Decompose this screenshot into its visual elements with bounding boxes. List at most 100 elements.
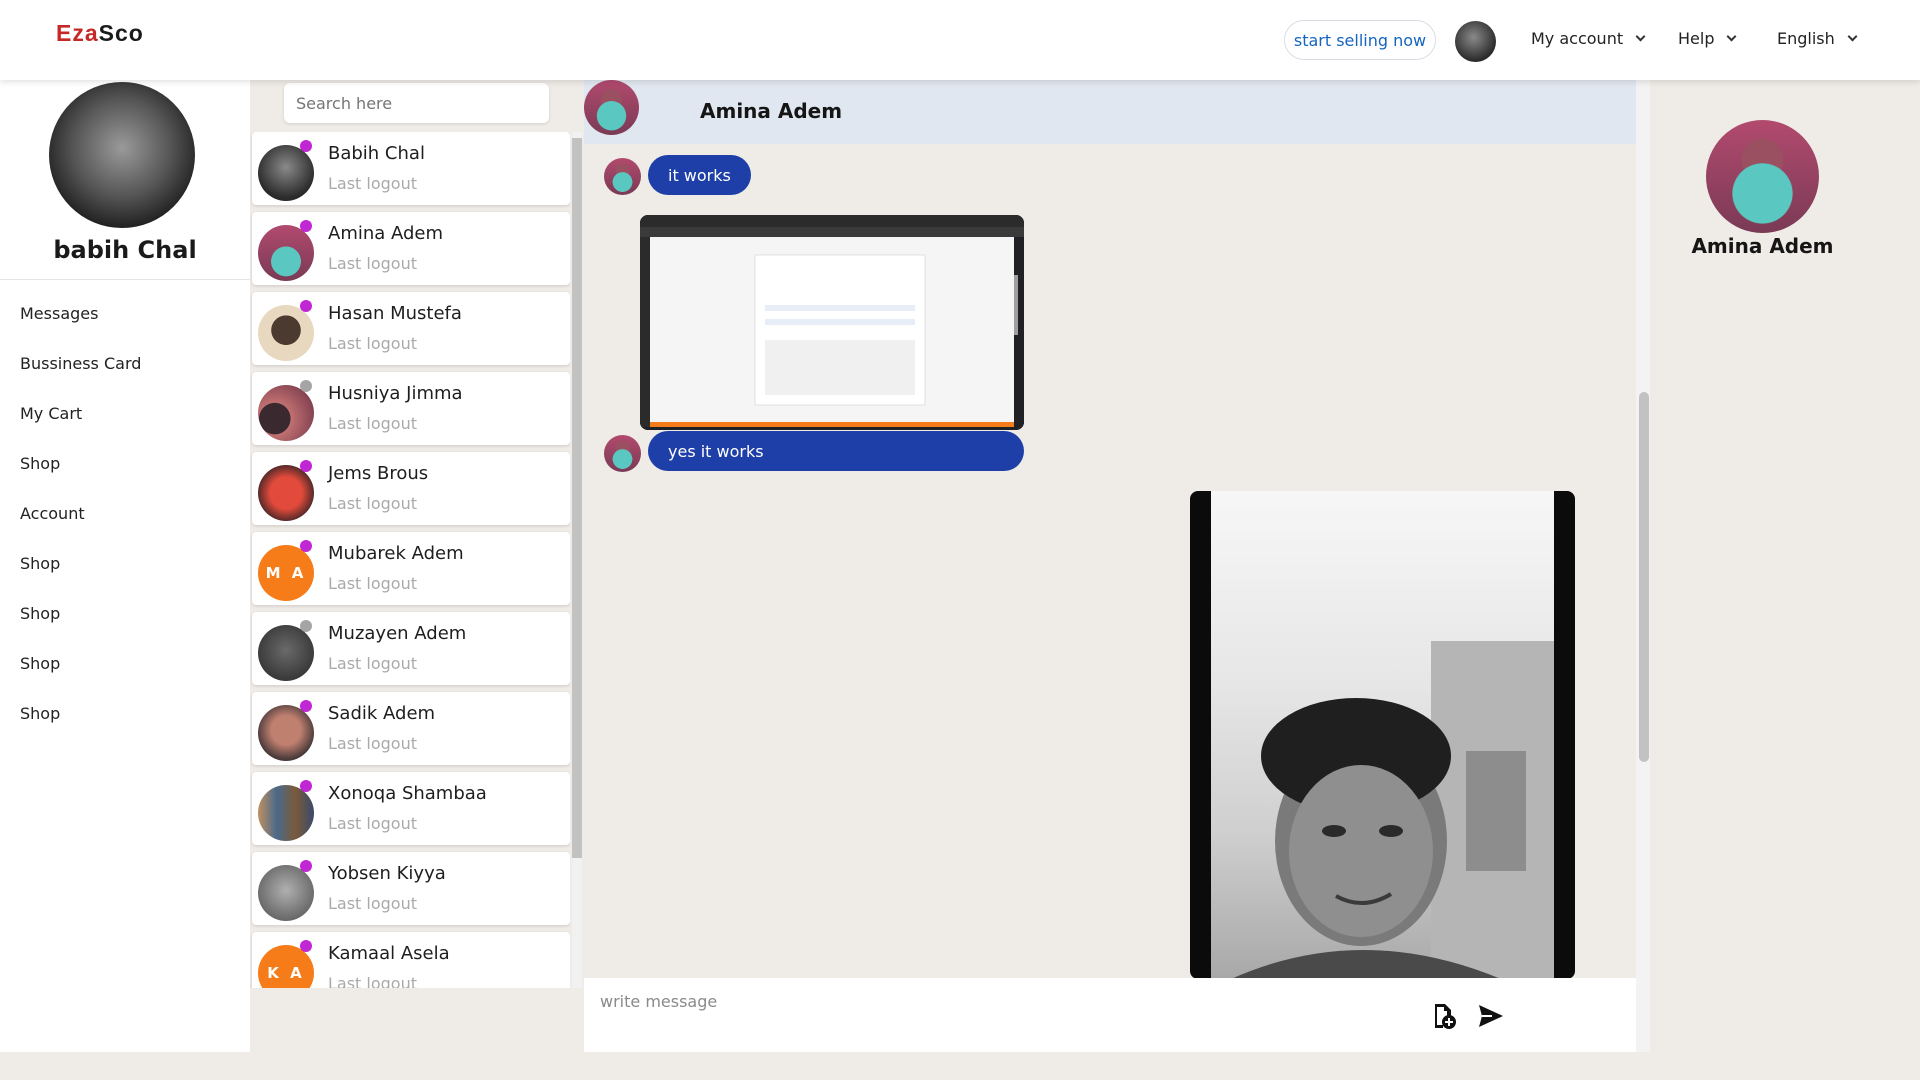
my-account-label: My account bbox=[1531, 29, 1624, 48]
contact-avatar bbox=[258, 145, 314, 201]
user-avatar[interactable] bbox=[1455, 21, 1496, 62]
chat-panel: Amina Adem it works yes it works bbox=[584, 80, 1650, 1052]
status-dot bbox=[300, 380, 312, 392]
profile-avatar bbox=[49, 82, 195, 228]
status-dot bbox=[300, 620, 312, 632]
contact-item[interactable]: Xonoqa Shambaa Last logout bbox=[252, 772, 570, 845]
contacts-panel: Babih Chal Last logout Amina Adem Last logo… bbox=[250, 80, 585, 988]
status-dot bbox=[300, 220, 312, 232]
divider bbox=[0, 279, 250, 280]
contact-status: Last logout bbox=[328, 254, 418, 273]
logo-text-part2: Sco bbox=[98, 20, 144, 46]
contact-status: Last logout bbox=[328, 574, 418, 593]
contact-info-name: Amina Adem bbox=[1691, 234, 1834, 258]
sidebar-item-shop[interactable]: Shop bbox=[20, 688, 141, 738]
contact-avatar bbox=[258, 465, 314, 521]
status-dot bbox=[300, 700, 312, 712]
contact-list-scroll-thumb[interactable] bbox=[572, 138, 582, 858]
status-dot bbox=[300, 300, 312, 312]
help-label: Help bbox=[1678, 29, 1715, 48]
screenshot-thumbnail bbox=[640, 215, 1024, 430]
contact-status: Last logout bbox=[328, 494, 418, 513]
chat-contact-name: Amina Adem bbox=[700, 99, 843, 123]
message-composer bbox=[584, 978, 1637, 1052]
status-dot bbox=[300, 940, 312, 952]
contact-name: Jems Brous bbox=[328, 463, 429, 484]
contact-avatar: M A bbox=[258, 545, 314, 601]
sidebar-item-my-cart[interactable]: My Cart bbox=[20, 388, 141, 438]
search-input[interactable] bbox=[284, 83, 549, 123]
send-icon[interactable] bbox=[1477, 1002, 1505, 1030]
contact-item[interactable]: Babih Chal Last logout bbox=[252, 132, 570, 205]
contact-status: Last logout bbox=[328, 734, 418, 753]
contact-name: Hasan Mustefa bbox=[328, 303, 462, 324]
top-header: EzaSco start selling now My account Help… bbox=[0, 0, 1920, 80]
profile-sidebar: babih Chal Messages Bussiness Card My Ca… bbox=[0, 80, 250, 1052]
message-input[interactable] bbox=[584, 978, 1429, 1052]
brand-logo[interactable]: EzaSco bbox=[56, 20, 144, 47]
chat-contact-avatar[interactable] bbox=[584, 80, 639, 135]
contact-status: Last logout bbox=[328, 894, 418, 913]
contact-list: Babih Chal Last logout Amina Adem Last logo… bbox=[250, 132, 570, 988]
contact-status: Last logout bbox=[328, 814, 418, 833]
my-account-menu[interactable]: My account bbox=[1531, 29, 1646, 48]
video-attachment[interactable] bbox=[1190, 491, 1575, 979]
sidebar-item-messages[interactable]: Messages bbox=[20, 288, 141, 338]
contact-item[interactable]: Amina Adem Last logout bbox=[252, 212, 570, 285]
chevron-down-icon bbox=[1727, 31, 1737, 42]
contact-status: Last logout bbox=[328, 974, 418, 988]
contact-status: Last logout bbox=[328, 654, 418, 673]
message-bubble: it works bbox=[648, 155, 751, 195]
attach-file-icon[interactable] bbox=[1430, 1002, 1458, 1030]
message-avatar bbox=[604, 435, 641, 472]
language-label: English bbox=[1777, 29, 1835, 48]
profile-name: babih Chal bbox=[53, 236, 197, 264]
contact-item[interactable]: Husniya Jimma Last logout bbox=[252, 372, 570, 445]
contact-item[interactable]: M A Mubarek Adem Last logout bbox=[252, 532, 570, 605]
contact-name: Sadik Adem bbox=[328, 703, 436, 724]
sidebar-item-business-card[interactable]: Bussiness Card bbox=[20, 338, 141, 388]
start-selling-button[interactable]: start selling now bbox=[1284, 20, 1436, 60]
contact-item[interactable]: K A Kamaal Asela Last logout bbox=[252, 932, 570, 988]
contact-status: Last logout bbox=[328, 334, 418, 353]
contact-item[interactable]: Sadik Adem Last logout bbox=[252, 692, 570, 765]
contact-item[interactable]: Hasan Mustefa Last logout bbox=[252, 292, 570, 365]
help-menu[interactable]: Help bbox=[1678, 29, 1737, 48]
contact-name: Mubarek Adem bbox=[328, 543, 464, 564]
sidebar-item-account[interactable]: Account bbox=[20, 488, 141, 538]
contact-item[interactable]: Yobsen Kiyya Last logout bbox=[252, 852, 570, 925]
status-dot bbox=[300, 860, 312, 872]
contact-avatar bbox=[258, 865, 314, 921]
contact-avatar bbox=[258, 705, 314, 761]
sidebar-item-shop[interactable]: Shop bbox=[20, 588, 141, 638]
contact-status: Last logout bbox=[328, 174, 418, 193]
status-dot bbox=[300, 780, 312, 792]
status-dot bbox=[300, 140, 312, 152]
contact-name: Kamaal Asela bbox=[328, 943, 450, 964]
contact-item[interactable]: Jems Brous Last logout bbox=[252, 452, 570, 525]
contact-item[interactable]: Muzayen Adem Last logout bbox=[252, 612, 570, 685]
message-avatar bbox=[604, 158, 641, 195]
message-bubble: yes it works bbox=[648, 431, 1024, 471]
status-dot bbox=[300, 540, 312, 552]
contact-info-avatar bbox=[1706, 120, 1819, 233]
video-preview bbox=[1231, 641, 1554, 979]
contact-avatar bbox=[258, 625, 314, 681]
image-attachment[interactable] bbox=[640, 215, 1024, 430]
sidebar-item-shop[interactable]: Shop bbox=[20, 538, 141, 588]
contact-name: Amina Adem bbox=[328, 223, 444, 244]
sidebar-item-shop[interactable]: Shop bbox=[20, 438, 141, 488]
video-frame bbox=[1211, 491, 1554, 979]
contact-info-panel: Amina Adem bbox=[1650, 80, 1920, 380]
chat-scroll-thumb[interactable] bbox=[1639, 392, 1649, 762]
chevron-down-icon bbox=[1635, 31, 1646, 42]
contact-name: Xonoqa Shambaa bbox=[328, 783, 487, 804]
contact-avatar bbox=[258, 225, 314, 281]
sidebar-item-shop[interactable]: Shop bbox=[20, 638, 141, 688]
contact-avatar bbox=[258, 785, 314, 841]
chat-header: Amina Adem bbox=[584, 80, 1637, 144]
language-menu[interactable]: English bbox=[1777, 29, 1858, 48]
contact-avatar bbox=[258, 385, 314, 441]
contact-status: Last logout bbox=[328, 414, 418, 433]
contact-name: Babih Chal bbox=[328, 143, 425, 164]
